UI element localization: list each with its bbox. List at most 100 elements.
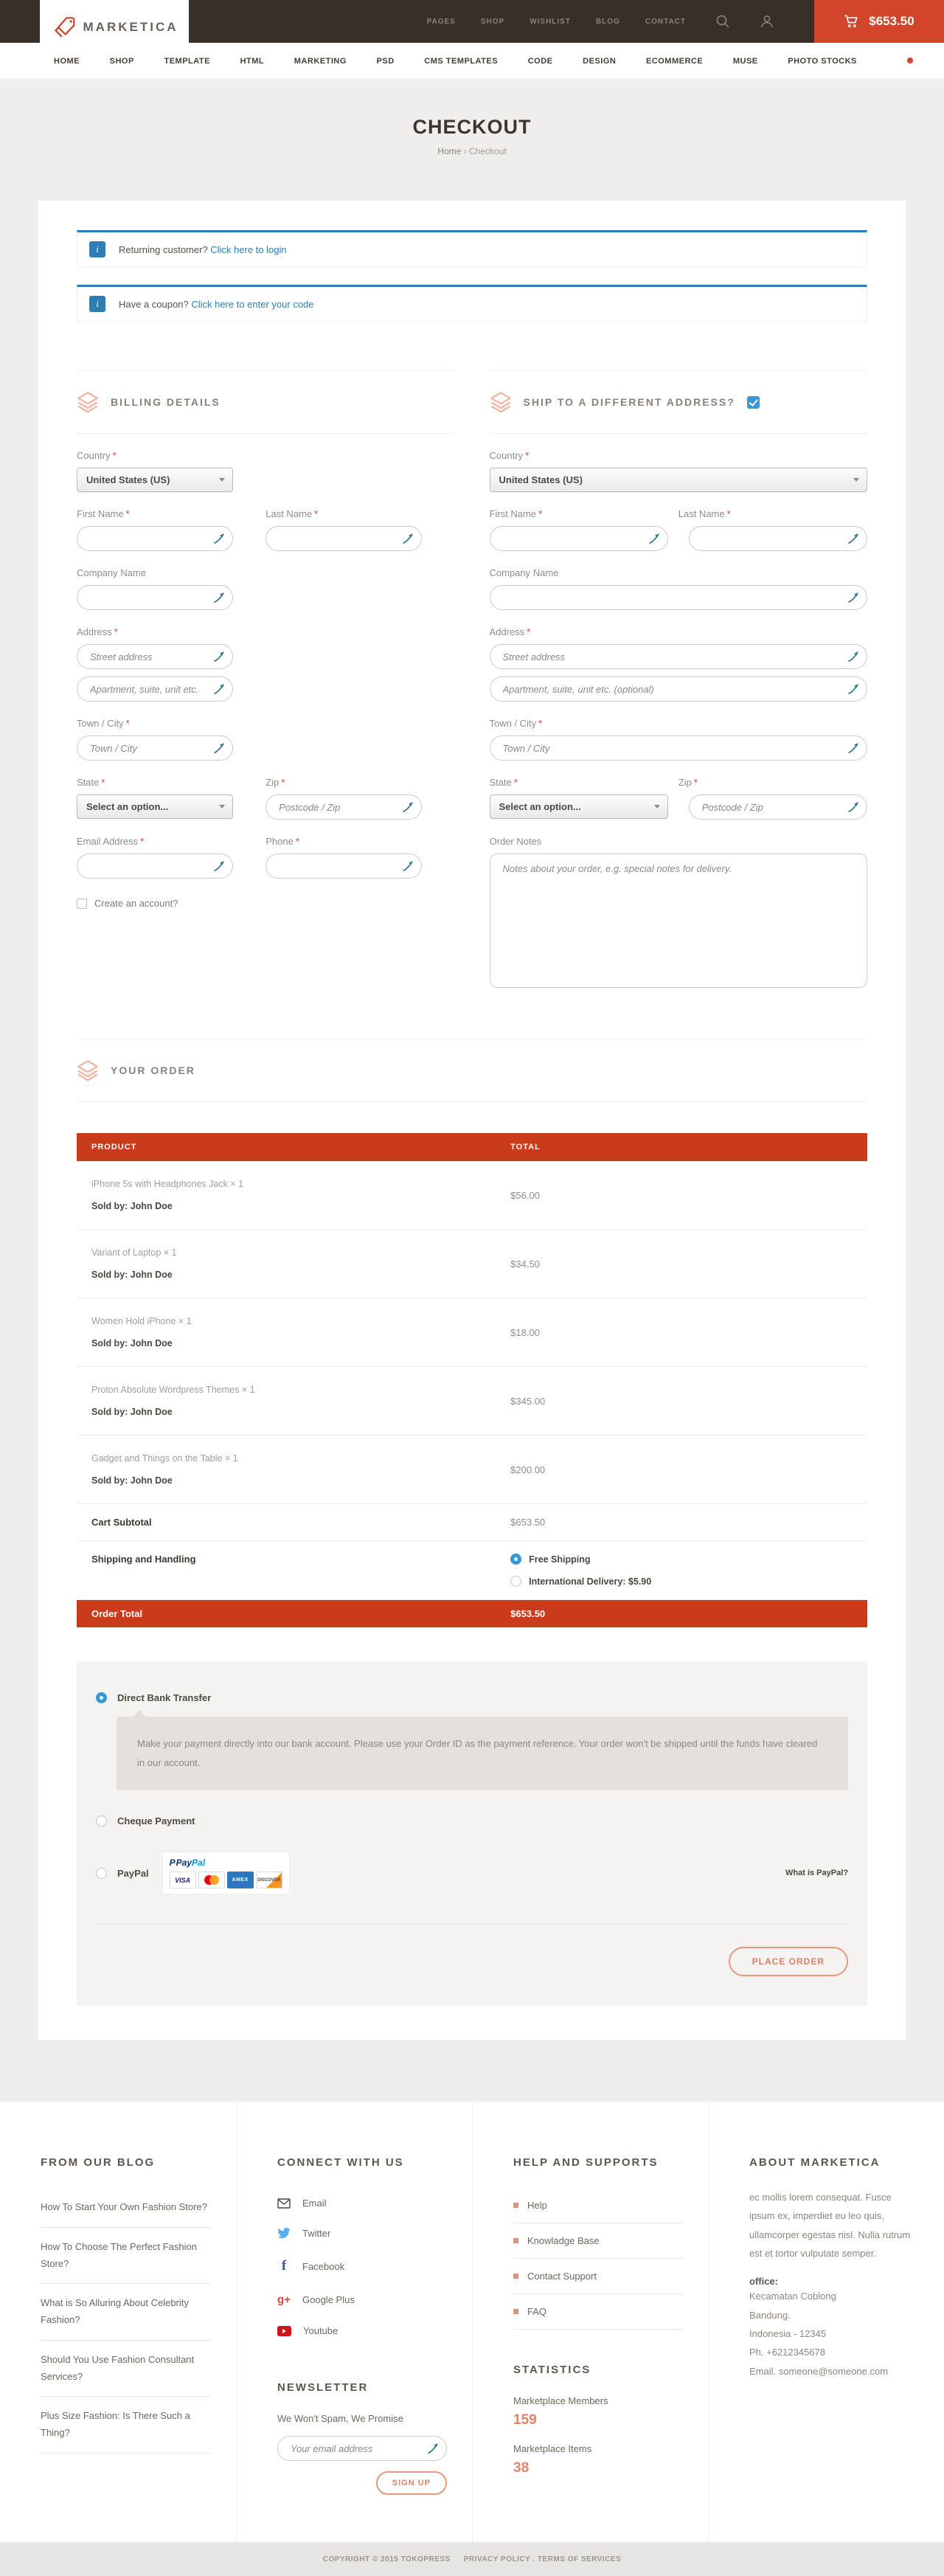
order-total-value: $653.50 [496,1600,867,1627]
radio-icon[interactable] [96,1815,107,1827]
nav-home[interactable]: HOME [54,57,80,66]
payment-cheque-option[interactable]: Cheque Payment [96,1815,848,1827]
office-label: office: [749,2276,919,2287]
bullet-icon [513,2203,518,2208]
billing-state-select[interactable]: Select an option... [77,794,233,819]
billing-zip-input[interactable] [266,794,422,820]
top-nav-contact[interactable]: CONTACT [645,18,686,26]
paypal-logo: PPayPal VISA AMEX DISCOVER [162,1852,290,1894]
shipping-town-input[interactable] [490,735,868,761]
search-icon[interactable] [715,14,730,29]
blog-post-link[interactable]: How To Start Your Own Fashion Store? [41,2188,211,2228]
social-google-plus-link[interactable]: g+ Google Plus [277,2284,447,2316]
product-total: $18.00 [496,1327,867,1338]
help-link[interactable]: FAQ [513,2294,683,2330]
social-youtube-link[interactable]: Youtube [277,2316,447,2346]
blog-post-link[interactable]: Should You Use Fashion Consultant Servic… [41,2341,211,2397]
top-nav-shop[interactable]: SHOP [481,18,504,26]
shipping-company-field: Company Name [490,567,868,610]
place-order-button[interactable]: PLACE ORDER [729,1947,848,1976]
blog-post-link[interactable]: Plus Size Fashion: Is There Such a Thing… [41,2397,211,2454]
coupon-link[interactable]: Click here to enter your code [191,299,313,310]
nav-design[interactable]: DESIGN [583,57,616,66]
billing-town-input[interactable] [77,735,233,761]
nav-psd[interactable]: PSD [377,57,395,66]
nav-marketing[interactable]: MARKETING [294,57,347,66]
visa-card-icon: VISA [170,1872,196,1888]
pen-icon [847,801,859,813]
product-total: $345.00 [496,1396,867,1407]
shipping-option-free[interactable]: Free Shipping [510,1554,853,1565]
shipping-option-international[interactable]: International Delivery: $5.90 [510,1576,853,1587]
chevron-down-icon [853,478,859,482]
layers-icon [490,391,512,413]
breadcrumb-home[interactable]: Home [437,146,461,156]
billing-company-field: Company Name [77,567,455,610]
radio-selected-icon[interactable] [510,1554,521,1565]
nav-shop[interactable]: SHOP [110,57,134,66]
social-facebook-link[interactable]: f Facebook [277,2248,447,2284]
order-notes-textarea[interactable] [490,854,868,988]
user-account-icon[interactable] [760,14,774,29]
social-email-link[interactable]: Email [277,2188,447,2218]
billing-apartment-input[interactable] [77,676,233,702]
top-nav: PAGES SHOP WISHLIST BLOG CONTACT [427,14,794,29]
billing-email-input[interactable] [77,854,233,879]
radio-icon[interactable] [510,1576,521,1587]
billing-last-name-input[interactable] [266,526,422,551]
layers-icon [77,1059,99,1081]
returning-customer-notice: i Returning customer? Click here to logi… [77,230,867,267]
nav-template[interactable]: TEMPLATE [164,57,209,66]
ship-different-checkbox[interactable] [747,396,760,409]
top-nav-pages[interactable]: PAGES [427,18,456,26]
help-link[interactable]: Help [513,2188,683,2223]
top-nav-blog[interactable]: BLOG [596,18,620,26]
newsletter-title: NEWSLETTER [277,2381,447,2394]
help-link[interactable]: Knowladge Base [513,2223,683,2259]
youtube-icon [277,2326,291,2336]
social-twitter-link[interactable]: Twitter [277,2218,447,2248]
shipping-zip-input[interactable] [689,794,867,820]
payment-bank-option[interactable]: Direct Bank Transfer [96,1692,848,1703]
newsletter-email-input[interactable] [277,2436,447,2461]
billing-phone-input[interactable] [266,854,422,879]
help-link[interactable]: Contact Support [513,2259,683,2294]
shipping-street-input[interactable] [490,644,868,669]
shipping-apartment-input[interactable] [490,676,868,702]
billing-country-select[interactable]: United States (US) [77,468,233,492]
billing-first-name-input[interactable] [77,526,233,551]
nav-html[interactable]: HTML [240,57,265,66]
blog-post-link[interactable]: What is So Alluring About Celebrity Fash… [41,2284,211,2341]
nav-photo-stocks[interactable]: PHOTO STOCKS [788,57,857,66]
shipping-first-name-input[interactable] [490,526,668,551]
create-account-checkbox[interactable] [77,899,87,909]
blog-post-link[interactable]: How To Choose The Perfect Fashion Store? [41,2228,211,2285]
cart-button[interactable]: $653.50 [814,0,944,43]
shipping-company-input[interactable] [490,585,868,610]
nav-cms-templates[interactable]: CMS TEMPLATES [424,57,498,66]
newsletter-signup-button[interactable]: SIGN UP [376,2471,447,2495]
col-total: TOTAL [496,1133,867,1161]
chevron-down-icon [219,478,225,482]
footer-policy-links[interactable]: PRIVACY POLICY . TERMS OF SERVICES [464,2555,622,2563]
shipping-last-name-input[interactable] [689,526,867,551]
pen-icon [847,742,859,754]
nav-muse[interactable]: MUSE [733,57,758,66]
pen-icon [847,651,859,662]
shipping-state-select[interactable]: Select an option... [490,794,668,819]
radio-selected-icon[interactable] [96,1692,107,1703]
nav-code[interactable]: CODE [528,57,553,66]
billing-company-input[interactable] [77,585,233,610]
shipping-country-select[interactable]: United States (US) [490,468,868,492]
what-is-paypal-link[interactable]: What is PayPal? [785,1869,848,1877]
billing-street-input[interactable] [77,644,233,669]
payment-paypal-option[interactable]: PayPal PPayPal VISA AMEX DISCOVER What i… [96,1852,848,1894]
newsletter-tagline: We Won't Spam, We Promise [277,2413,447,2424]
bullet-icon [513,2238,518,2243]
login-link[interactable]: Click here to login [210,244,286,255]
top-nav-wishlist[interactable]: WISHLIST [530,18,571,26]
billing-email-field: Email Address* [77,836,266,879]
brand-logo[interactable]: MARKETICA [40,0,189,55]
radio-icon[interactable] [96,1868,107,1879]
nav-ecommerce[interactable]: ECOMMERCE [646,57,703,66]
